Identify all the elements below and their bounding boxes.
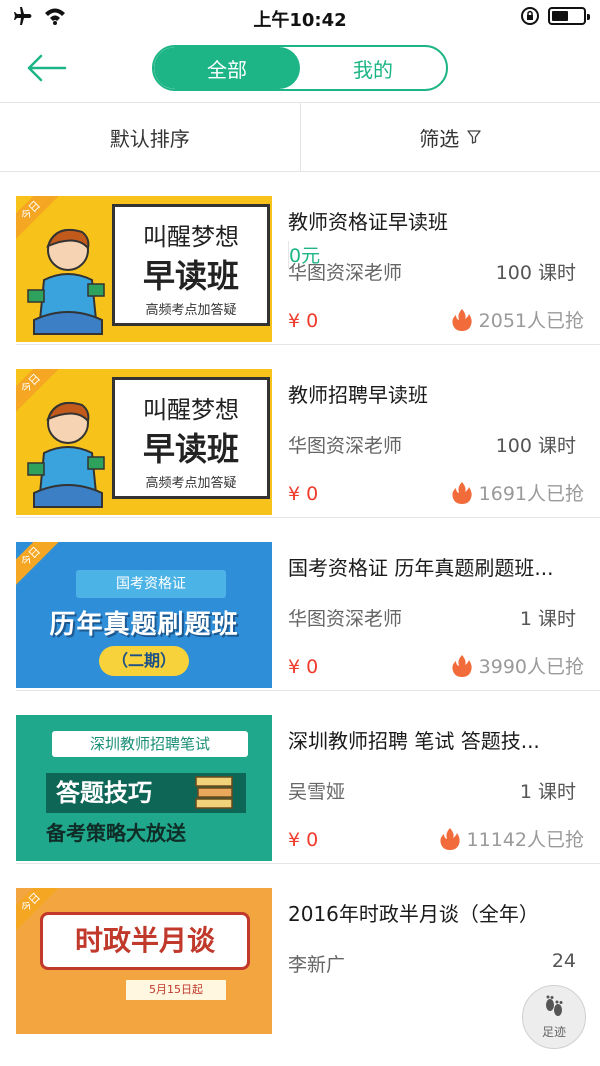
thumb-main: 时政半月谈: [40, 912, 250, 970]
thumb-line1: 叫醒梦想: [143, 223, 239, 251]
cartoon-person-illustration: [27, 228, 105, 335]
footprint-label: 足迹: [541, 1024, 566, 1039]
course-title: 国考资格证 历年真题刷题班...: [288, 556, 554, 580]
course-thumbnail: 今日 叫醒梦想 早读班 高频考点加答疑: [16, 196, 272, 342]
course-list: 今日 叫醒梦想 早读班 高频考点加答疑 教师资格证早读班 华图资深老师 100 …: [0, 172, 600, 1036]
flame-icon: [439, 827, 460, 850]
filter-button[interactable]: 筛选: [299, 103, 600, 171]
course-row[interactable]: 今日 叫醒梦想 早读班 高频考点加答疑 教师资格证早读班 华图资深老师 100 …: [0, 172, 600, 344]
thumb-line3: 高频考点加答疑: [145, 476, 237, 491]
arrow-left-icon: [27, 54, 67, 82]
flame-icon: [452, 481, 472, 504]
footprint-icon: [546, 995, 563, 1016]
thumb-banner: 国考资格证: [76, 570, 226, 598]
course-teacher: 吴雪娅: [288, 781, 346, 803]
course-thumbnail: 深圳教师招聘笔试 答题技巧 备考策略大放送: [16, 715, 272, 861]
thumb-sub: 备考策略大放送: [46, 821, 186, 845]
course-row[interactable]: 今日 国考资格证 历年真题刷题班 （二期） 国考资格证 历年真题刷题班... 华…: [0, 518, 600, 690]
course-price: ¥ 0: [288, 829, 319, 851]
header: 全部 我的: [0, 34, 600, 102]
course-hours: 1 课时: [519, 781, 576, 803]
course-hours: 100 课时: [495, 435, 576, 457]
course-price: ¥ 0: [288, 483, 319, 505]
sort-button[interactable]: 默认排序: [0, 103, 300, 171]
course-row[interactable]: 深圳教师招聘笔试 答题技巧 备考策略大放送 深圳教师招聘 笔试 答题技... 吴…: [0, 691, 600, 863]
course-thumbnail: 今日 国考资格证 历年真题刷题班 （二期）: [16, 542, 272, 688]
rotation-lock-icon: [521, 7, 539, 25]
status-bar: 上午10:42: [0, 0, 600, 34]
funnel-icon: [467, 130, 481, 144]
course-teacher: 华图资深老师: [288, 435, 403, 457]
course-teacher: 华图资深老师: [288, 608, 403, 630]
course-title: 教师招聘早读班: [288, 383, 428, 407]
flame-icon: [452, 654, 472, 677]
thumb-line3: 高频考点加答疑: [145, 303, 237, 318]
books-icon: [195, 776, 233, 809]
course-title: 教师资格证早读班: [288, 210, 448, 234]
tab-mine[interactable]: 我的: [300, 47, 446, 89]
course-title: 深圳教师招聘 笔试 答题技...: [288, 729, 540, 753]
course-row[interactable]: 今日 叫醒梦想 早读班 高频考点加答疑 教师招聘早读班 华图资深老师 100 课…: [0, 345, 600, 517]
course-price: ¥ 0: [288, 310, 319, 332]
grabbed-text: 11142人已抢: [466, 829, 584, 851]
grabbed-count: 3990人已抢: [451, 652, 584, 679]
thumb-date: 5月15日起: [126, 980, 226, 1000]
thumb-line2: 早读班: [142, 257, 239, 295]
filter-bar: 默认排序 0元 筛选: [0, 102, 600, 268]
sort-label: 默认排序: [109, 126, 190, 151]
status-right: [520, 6, 590, 26]
grabbed-count: 1691人已抢: [451, 479, 584, 506]
course-hours: 1 课时: [519, 608, 576, 630]
course-row[interactable]: 今日 时政半月谈 5月15日起 2016年时政半月谈（全年） 李新广 24: [0, 864, 600, 1036]
course-teacher: 李新广: [288, 954, 346, 976]
back-button[interactable]: [22, 48, 70, 88]
course-teacher: 华图资深老师: [288, 262, 403, 284]
grabbed-text: 3990人已抢: [478, 656, 584, 678]
segmented-control: 全部 我的: [152, 45, 448, 91]
course-hours: 100 课时: [495, 262, 576, 284]
grabbed-text: 1691人已抢: [478, 483, 584, 505]
battery-icon: [548, 7, 590, 25]
footprint-button[interactable]: 足迹: [522, 985, 586, 1049]
today-badge: 今日: [16, 542, 63, 589]
wake-card: 叫醒梦想 早读班 高频考点加答疑: [112, 377, 270, 499]
thumb-line2: 早读班: [142, 430, 239, 468]
thumb-tag: 深圳教师招聘笔试: [52, 731, 248, 757]
thumb-main: 历年真题刷题班: [49, 610, 239, 640]
grabbed-text: 2051人已抢: [478, 310, 584, 332]
course-title: 2016年时政半月谈（全年）: [288, 902, 539, 926]
grabbed-count: 2051人已抢: [451, 306, 584, 333]
course-price: ¥ 0: [288, 656, 319, 678]
filter-label: 筛选: [419, 126, 460, 151]
thumb-line1: 叫醒梦想: [143, 396, 239, 424]
tab-all[interactable]: 全部: [154, 47, 300, 89]
flame-icon: [452, 308, 472, 331]
course-thumbnail: 今日 叫醒梦想 早读班 高频考点加答疑: [16, 369, 272, 515]
wake-card: 叫醒梦想 早读班 高频考点加答疑: [112, 204, 270, 326]
grabbed-count: 11142人已抢: [439, 825, 584, 852]
course-hours: 24: [551, 950, 576, 972]
status-time: 上午10:42: [253, 10, 347, 31]
cartoon-person-illustration: [27, 401, 105, 508]
course-thumbnail: 今日 时政半月谈 5月15日起: [16, 888, 272, 1034]
thumb-sub: （二期）: [99, 646, 189, 676]
